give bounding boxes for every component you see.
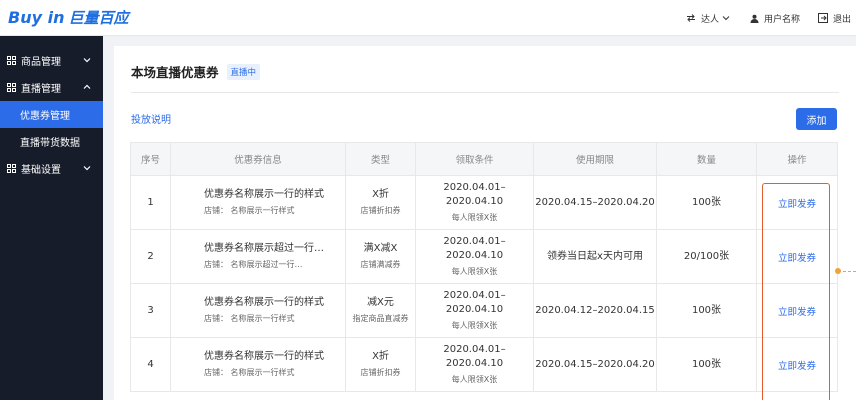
coupon-type: X折 bbox=[372, 351, 389, 362]
sidebar-item-coupons[interactable]: 优惠券管理 bbox=[0, 101, 103, 128]
claim-period: 2020.04.01–2020.04.10 bbox=[443, 290, 506, 315]
issue-now-button[interactable]: 立即发券 bbox=[778, 304, 816, 318]
use-period: 2020.04.12–2020.04.15 bbox=[535, 304, 655, 316]
coupon-table: 序号 优惠券信息 类型 领取条件 使用期限 数量 操作 1 优惠券名称展示一行的… bbox=[130, 142, 838, 392]
claim-limit: 每人限领X张 bbox=[451, 267, 498, 276]
coupon-type-desc: 店铺满减券 bbox=[360, 260, 401, 269]
coupon-type-desc: 店铺折扣券 bbox=[360, 206, 401, 215]
status-badge: 直播中 bbox=[226, 63, 261, 80]
sidebar: 商品管理 直播管理 优惠券管理 直播带货数据 基础设置 bbox=[0, 36, 103, 400]
coupon-type: 满X减X bbox=[363, 243, 398, 254]
coupon-name: 优惠券名称展示一行的样式 bbox=[204, 297, 324, 308]
claim-limit: 每人限领X张 bbox=[451, 321, 498, 330]
coupon-type: X折 bbox=[372, 189, 389, 200]
claim-period: 2020.04.01–2020.04.10 bbox=[443, 344, 506, 369]
chevron-down-icon bbox=[83, 58, 91, 63]
coupon-store: 店铺： 名称展示一行样式 bbox=[204, 368, 295, 377]
claim-period: 2020.04.01–2020.04.10 bbox=[443, 182, 506, 207]
chevron-up-icon bbox=[83, 84, 91, 89]
role-label: 达人 bbox=[701, 14, 720, 25]
sidebar-item-live[interactable]: 直播管理 bbox=[0, 74, 103, 101]
coupon-store: 店铺： 名称展示一行样式 bbox=[204, 206, 295, 215]
column-header: 优惠券信息 bbox=[171, 143, 346, 175]
table-header: 序号 优惠券信息 类型 领取条件 使用期限 数量 操作 bbox=[130, 142, 838, 176]
coupon-name: 优惠券名称展示一行的样式 bbox=[204, 351, 324, 362]
issue-now-button[interactable]: 立即发券 bbox=[778, 196, 816, 210]
main-content: 本场直播优惠券 直播中 投放说明 添加 序号 优惠券信息 类型 领取条件 使用期… bbox=[114, 46, 856, 400]
coupon-type-desc: 指定商品直减券 bbox=[352, 314, 409, 323]
quantity: 100张 bbox=[691, 358, 722, 370]
column-header: 领取条件 bbox=[416, 143, 534, 175]
role-switch[interactable]: 达人 bbox=[686, 0, 730, 36]
grid-icon bbox=[7, 83, 16, 92]
sidebar-item-label: 基础设置 bbox=[21, 165, 61, 176]
quantity: 100张 bbox=[691, 304, 722, 316]
column-header: 类型 bbox=[346, 143, 416, 175]
column-header: 序号 bbox=[131, 143, 171, 175]
table-row: 1 优惠券名称展示一行的样式 店铺： 名称展示一行样式 X折 店铺折扣券 202… bbox=[130, 176, 838, 230]
row-index: 1 bbox=[147, 197, 154, 208]
coupon-type-desc: 店铺折扣券 bbox=[360, 368, 401, 377]
delivery-info-link[interactable]: 投放说明 bbox=[131, 111, 171, 126]
claim-limit: 每人限领X张 bbox=[451, 213, 498, 222]
sidebar-item-settings[interactable]: 基础设置 bbox=[0, 155, 103, 182]
coupon-type: 减X元 bbox=[367, 297, 394, 308]
table-row: 4 优惠券名称展示一行的样式 店铺： 名称展示一行样式 X折 店铺折扣券 202… bbox=[130, 338, 838, 392]
chevron-down-icon bbox=[83, 166, 91, 171]
claim-period: 2020.04.01–2020.04.10 bbox=[443, 236, 506, 261]
issue-now-button[interactable]: 立即发券 bbox=[778, 250, 816, 264]
logo-text-cn: 巨量百应 bbox=[68, 8, 129, 27]
add-button[interactable]: 添加 bbox=[796, 108, 837, 130]
user-name: 用户名称 bbox=[764, 14, 801, 25]
column-header: 数量 bbox=[657, 143, 757, 175]
coupon-name: 优惠券名称展示一行的样式 bbox=[204, 189, 324, 200]
page-title: 本场直播优惠券 bbox=[131, 65, 219, 80]
table-row: 3 优惠券名称展示一行的样式 店铺： 名称展示一行样式 减X元 指定商品直减券 … bbox=[130, 284, 838, 338]
row-index: 2 bbox=[147, 251, 154, 262]
row-index: 4 bbox=[147, 359, 154, 370]
chevron-down-icon bbox=[722, 16, 730, 21]
sidebar-item-label: 商品管理 bbox=[21, 57, 61, 68]
sidebar-item-label: 直播管理 bbox=[21, 84, 61, 95]
coupon-name: 优惠券名称展示超过一行… bbox=[204, 243, 324, 254]
user-icon bbox=[750, 14, 759, 23]
quantity: 100张 bbox=[691, 196, 722, 208]
coupon-store: 店铺： 名称展示一行样式 bbox=[204, 314, 295, 323]
use-period: 2020.04.15–2020.04.20 bbox=[535, 358, 655, 370]
column-header: 操作 bbox=[787, 155, 807, 166]
logout-label: 退出 bbox=[833, 14, 852, 25]
quantity: 20/100张 bbox=[683, 250, 730, 262]
logout-icon bbox=[818, 13, 828, 23]
table-row: 2 优惠券名称展示超过一行… 店铺： 名称展示超过一行… 满X减X 店铺满减券 … bbox=[130, 230, 838, 284]
use-period: 2020.04.15–2020.04.20 bbox=[535, 196, 655, 208]
column-header: 使用期限 bbox=[534, 143, 657, 175]
row-index: 3 bbox=[147, 305, 154, 316]
sidebar-item-products[interactable]: 商品管理 bbox=[0, 47, 103, 74]
page-header: 本场直播优惠券 直播中 bbox=[131, 62, 261, 81]
grid-icon bbox=[7, 164, 16, 173]
sidebar-item-live-data[interactable]: 直播带货数据 bbox=[0, 128, 103, 155]
divider bbox=[131, 92, 839, 93]
grid-icon bbox=[7, 56, 16, 65]
claim-limit: 每人限领X张 bbox=[451, 375, 498, 384]
issue-now-button[interactable]: 立即发券 bbox=[778, 358, 816, 372]
top-bar: Buy in 巨量百应 达人 用户名称 退出 bbox=[0, 0, 856, 36]
logo[interactable]: Buy in 巨量百应 bbox=[8, 5, 128, 29]
sidebar-item-label: 直播带货数据 bbox=[20, 138, 80, 149]
logo-text: Buy in bbox=[8, 7, 65, 27]
user-menu[interactable]: 用户名称 bbox=[750, 0, 800, 36]
annotation-line bbox=[838, 271, 856, 272]
coupon-store: 店铺： 名称展示超过一行… bbox=[204, 260, 303, 269]
swap-icon bbox=[687, 14, 695, 22]
logout-button[interactable]: 退出 bbox=[818, 0, 851, 36]
use-period: 领券当日起x天内可用 bbox=[547, 250, 643, 262]
sidebar-item-label: 优惠券管理 bbox=[20, 111, 70, 122]
